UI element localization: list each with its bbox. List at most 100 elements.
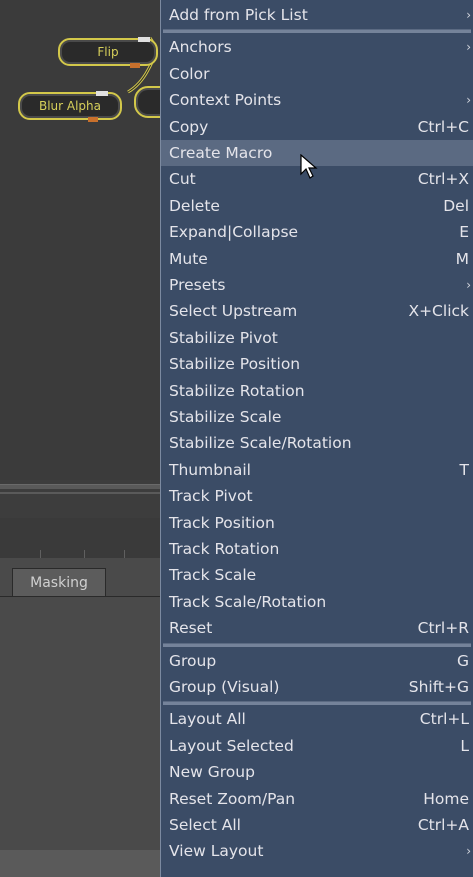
menu-separator: [163, 29, 471, 34]
menu-item-track-scale-rotation[interactable]: Track Scale/Rotation: [161, 589, 473, 615]
blur-alpha-node-label: Blur Alpha: [38, 99, 102, 113]
menu-item-label: Select All: [169, 816, 241, 834]
menu-item-context-points[interactable]: Context Points ›: [161, 87, 473, 113]
menu-item-color[interactable]: Color: [161, 61, 473, 87]
mouse-pointer-icon: [300, 154, 318, 179]
menu-item-select-upstream[interactable]: Select Upstream X+Click: [161, 298, 473, 324]
menu-item-shortcut: Home: [423, 789, 469, 808]
tab-masking[interactable]: Masking: [12, 568, 106, 597]
menu-item-label: Stabilize Pivot: [169, 328, 278, 347]
menu-item-label: Stabilize Scale: [169, 408, 282, 426]
ruler-tick: [84, 550, 85, 558]
menu-item-label: Layout All: [169, 710, 246, 729]
menu-item-stabilize-scale[interactable]: Stabilize Scale: [161, 404, 473, 430]
menu-item-group[interactable]: Group G: [161, 648, 473, 674]
menu-item-shortcut: Del: [443, 196, 469, 215]
menu-item-track-rotation[interactable]: Track Rotation: [161, 536, 473, 562]
context-menu: Add from Pick List › Anchors › Color Context …: [160, 0, 473, 877]
node-input-port[interactable]: [96, 91, 108, 96]
menu-item-label: Expand|Collapse: [169, 223, 299, 242]
timeline-ruler[interactable]: [0, 518, 160, 559]
submenu-arrow-icon: ›: [466, 40, 471, 55]
menu-item-label: Anchors: [169, 38, 232, 57]
menu-item-label: View Layout: [169, 842, 264, 861]
submenu-arrow-icon: ›: [466, 93, 471, 108]
menu-item-label: Track Position: [169, 513, 275, 532]
panel-divider-line: [0, 492, 160, 494]
menu-item-shortcut: Ctrl+X: [417, 170, 469, 189]
flip-node-label: Flip: [97, 45, 119, 59]
parameters-panel: [0, 558, 160, 858]
menu-item-label: Create Macro: [169, 144, 273, 162]
menu-item-label: Reset: [169, 619, 213, 638]
menu-item-label: Track Pivot: [169, 487, 253, 506]
menu-item-thumbnail[interactable]: Thumbnail T: [161, 457, 473, 483]
menu-item-track-position[interactable]: Track Position: [161, 510, 473, 536]
menu-item-expand-collapse[interactable]: Expand|Collapse E: [161, 219, 473, 245]
node-output-port[interactable]: [130, 63, 140, 68]
submenu-arrow-icon: ›: [466, 278, 471, 292]
node-input-port[interactable]: [138, 37, 150, 42]
menu-item-anchors[interactable]: Anchors ›: [161, 34, 473, 60]
menu-item-add-from-pick-list[interactable]: Add from Pick List ›: [161, 2, 473, 28]
menu-item-layout-selected[interactable]: Layout Selected L: [161, 733, 473, 759]
menu-item-stabilize-scale-rotation[interactable]: Stabilize Scale/Rotation: [161, 430, 473, 456]
menu-item-mute[interactable]: Mute M: [161, 246, 473, 272]
menu-item-stabilize-position[interactable]: Stabilize Position: [161, 351, 473, 377]
menu-item-reset[interactable]: Reset Ctrl+R: [161, 615, 473, 641]
submenu-arrow-icon: ›: [466, 844, 471, 859]
menu-item-stabilize-rotation[interactable]: Stabilize Rotation: [161, 378, 473, 404]
menu-item-shortcut: Ctrl+A: [417, 816, 469, 834]
menu-item-label: Delete: [169, 196, 220, 215]
panel-divider[interactable]: [0, 484, 160, 489]
ruler-tick: [40, 550, 41, 558]
menu-item-label: Stabilize Position: [169, 355, 301, 374]
menu-item-label: Cut: [169, 170, 196, 189]
menu-item-shortcut: T: [459, 460, 469, 479]
menu-item-new-group[interactable]: New Group: [161, 759, 473, 785]
menu-item-shortcut: M: [455, 249, 469, 268]
ruler-tick: [124, 550, 125, 558]
menu-item-label: Color: [169, 64, 210, 83]
menu-item-shortcut: Shift+G: [408, 678, 469, 696]
menu-item-layout-all[interactable]: Layout All Ctrl+L: [161, 706, 473, 732]
menu-item-label: Thumbnail: [169, 460, 251, 479]
node-output-port[interactable]: [88, 117, 98, 122]
blur-alpha-node[interactable]: Blur Alpha: [18, 91, 122, 122]
menu-item-label: Track Rotation: [169, 540, 280, 558]
submenu-arrow-icon: ›: [466, 8, 471, 22]
menu-item-label: Context Points: [169, 91, 282, 110]
status-bar: [0, 850, 160, 877]
menu-item-reset-zoom-pan[interactable]: Reset Zoom/Pan Home: [161, 786, 473, 812]
menu-item-label: Add from Pick List: [169, 6, 308, 24]
menu-item-label: Presets: [169, 276, 226, 294]
menu-item-view-layout[interactable]: View Layout ›: [161, 838, 473, 864]
menu-item-presets[interactable]: Presets ›: [161, 272, 473, 298]
flip-node[interactable]: Flip: [58, 37, 158, 68]
menu-item-label: Group (Visual): [169, 678, 280, 696]
menu-item-shortcut: L: [460, 736, 469, 755]
menu-item-label: Select Upstream: [169, 302, 298, 321]
menu-item-copy[interactable]: Copy Ctrl+C: [161, 114, 473, 140]
menu-item-label: Layout Selected: [169, 736, 294, 755]
menu-item-track-scale[interactable]: Track Scale: [161, 562, 473, 588]
menu-item-shortcut: Ctrl+C: [417, 117, 469, 136]
menu-separator: [163, 642, 471, 647]
menu-item-label: Stabilize Scale/Rotation: [169, 434, 352, 453]
menu-item-shortcut: Ctrl+L: [419, 710, 469, 729]
menu-item-stabilize-pivot[interactable]: Stabilize Pivot: [161, 325, 473, 351]
node-connection-wire: [127, 37, 156, 94]
menu-item-track-pivot[interactable]: Track Pivot: [161, 483, 473, 509]
menu-item-select-all[interactable]: Select All Ctrl+A: [161, 812, 473, 838]
node-graph-canvas[interactable]: Flip Blur Alpha: [0, 0, 178, 480]
menu-item-label: Copy: [169, 117, 209, 136]
menu-item-label: New Group: [169, 763, 255, 782]
menu-item-delete[interactable]: Delete Del: [161, 193, 473, 219]
menu-item-shortcut: Ctrl+R: [417, 619, 469, 638]
menu-item-group-visual[interactable]: Group (Visual) Shift+G: [161, 674, 473, 700]
menu-item-label: Reset Zoom/Pan: [169, 789, 296, 808]
menu-item-label: Mute: [169, 249, 208, 268]
menu-item-shortcut: X+Click: [408, 302, 469, 321]
menu-item-label: Stabilize Rotation: [169, 381, 305, 400]
menu-item-label: Track Scale: [169, 566, 257, 585]
